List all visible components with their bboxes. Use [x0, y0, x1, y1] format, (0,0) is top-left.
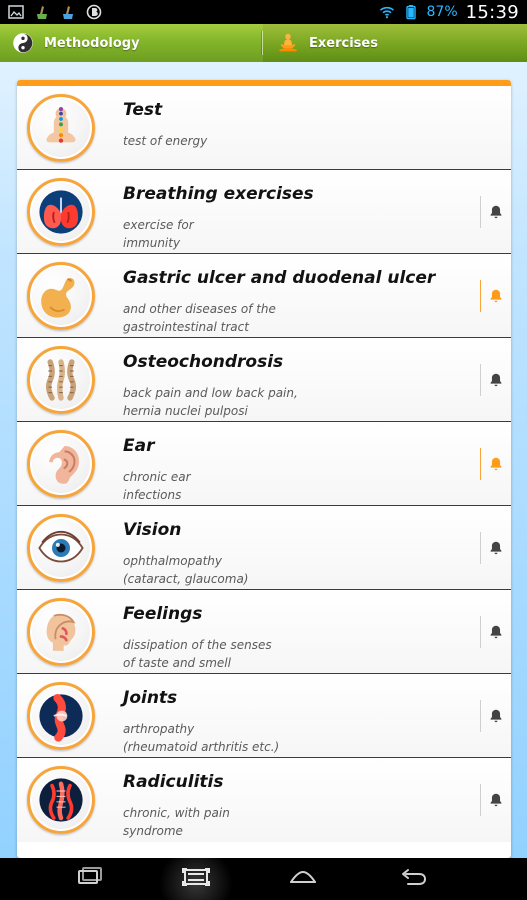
reminder-toggle[interactable] — [480, 616, 511, 648]
item-subtitle-line: (rheumatoid arthritis etc.) — [123, 740, 280, 754]
item-subtitle-line: of taste and smell — [123, 656, 231, 670]
battery-icon — [403, 4, 419, 20]
item-subtitle-line: infections — [123, 488, 182, 502]
reminder-toggle[interactable] — [480, 448, 511, 480]
home-button[interactable] — [283, 866, 323, 892]
item-subtitle: chronic, with pain syndrome — [123, 804, 230, 840]
bell-icon — [487, 203, 505, 221]
bell-icon — [487, 455, 505, 473]
item-title: Vision — [123, 520, 182, 540]
list-item-feelings[interactable]: Feelings dissipation of the senses of ta… — [17, 590, 511, 674]
item-subtitle-line: back pain and low back pain, — [123, 386, 298, 400]
system-navigation-bar — [0, 858, 527, 900]
reminder-toggle[interactable] — [480, 532, 511, 564]
broom-icon — [60, 4, 76, 20]
tab-methodology[interactable]: Methodology — [0, 24, 263, 62]
status-left — [8, 4, 102, 20]
back-icon — [392, 864, 432, 894]
bell-icon — [487, 791, 505, 809]
broom-icon — [34, 4, 50, 20]
item-subtitle-line: exercise for — [123, 218, 194, 232]
stomach-icon — [27, 262, 95, 330]
item-subtitle: exercise for immunity — [123, 216, 194, 252]
item-subtitle-line: (cataract, glaucoma) — [123, 572, 249, 586]
screen-capture-icon — [176, 864, 216, 894]
back-spine-icon — [27, 766, 95, 834]
head-profile-icon — [27, 598, 95, 666]
item-subtitle-line: dissipation of the senses — [123, 638, 272, 652]
item-subtitle-line: hernia nuclei pulposi — [123, 404, 248, 418]
b-logo-icon — [86, 4, 102, 20]
list-item-gastric-ulcer[interactable]: Gastric ulcer and duodenal ulcer and oth… — [17, 254, 511, 338]
list-item-vision[interactable]: Vision ophthalmopathy (cataract, glaucom… — [17, 506, 511, 590]
bell-icon — [487, 287, 505, 305]
item-subtitle-line: chronic ear — [123, 470, 191, 484]
item-subtitle: dissipation of the senses of taste and s… — [123, 636, 272, 672]
item-title: Joints — [123, 688, 178, 708]
item-subtitle-line: syndrome — [123, 824, 183, 838]
item-subtitle-line: arthropathy — [123, 722, 195, 736]
item-title: Ear — [123, 436, 155, 456]
item-subtitle: ophthalmopathy (cataract, glaucoma) — [123, 552, 248, 588]
recent-apps-icon — [70, 864, 110, 894]
eye-icon — [27, 514, 95, 582]
image-icon — [8, 4, 24, 20]
reminder-toggle[interactable] — [480, 784, 511, 816]
home-icon — [283, 864, 323, 894]
bell-icon — [487, 371, 505, 389]
tab-label: Exercises — [309, 35, 378, 51]
back-button[interactable] — [392, 866, 432, 892]
reminder-toggle[interactable] — [480, 700, 511, 732]
list-item-radiculitis[interactable]: Radiculitis chronic, with pain syndrome — [17, 758, 511, 842]
battery-percent: 87% — [426, 4, 458, 20]
reminder-toggle[interactable] — [480, 280, 511, 312]
meditation-icon — [275, 30, 301, 56]
bell-icon — [487, 707, 505, 725]
item-title: Radiculitis — [123, 772, 224, 792]
lungs-icon — [27, 178, 95, 246]
recent-apps-button[interactable] — [70, 866, 110, 892]
spine-icon — [27, 346, 95, 414]
item-subtitle: test of energy — [123, 132, 207, 150]
list-item-ear[interactable]: Ear chronic ear infections — [17, 422, 511, 506]
reminder-toggle[interactable] — [480, 364, 511, 396]
exercise-list[interactable]: Test test of energy Breathing exercises … — [17, 80, 511, 858]
item-subtitle: and other diseases of the gastrointestin… — [123, 300, 276, 336]
item-title: Breathing exercises — [123, 184, 314, 204]
screen-capture-button[interactable] — [176, 866, 216, 892]
chakra-body-icon — [27, 94, 95, 162]
reminder-toggle[interactable] — [480, 196, 511, 228]
status-bar: 87% 15:39 — [0, 0, 527, 24]
item-subtitle-line: and other diseases of the — [123, 302, 276, 316]
bell-icon — [487, 539, 505, 557]
ear-icon — [27, 430, 95, 498]
yin-yang-icon — [10, 30, 36, 56]
item-title: Osteochondrosis — [123, 352, 284, 372]
knee-joint-icon — [27, 682, 95, 750]
bell-icon — [487, 623, 505, 641]
list-item-osteochondrosis[interactable]: Osteochondrosis back pain and low back p… — [17, 338, 511, 422]
item-subtitle-line: test of energy — [123, 134, 208, 148]
tab-exercises[interactable]: Exercises — [263, 24, 527, 62]
item-subtitle-line: immunity — [123, 236, 181, 250]
item-subtitle: chronic ear infections — [123, 468, 191, 504]
list-item-joints[interactable]: Joints arthropathy (rheumatoid arthritis… — [17, 674, 511, 758]
tab-label: Methodology — [44, 35, 140, 51]
top-tabs: Methodology Exercises — [0, 24, 527, 62]
status-right: 87% 15:39 — [379, 2, 520, 23]
list-item-breathing-exercises[interactable]: Breathing exercises exercise for immunit… — [17, 170, 511, 254]
item-subtitle-line: gastrointestinal tract — [123, 320, 249, 334]
item-subtitle: arthropathy (rheumatoid arthritis etc.) — [123, 720, 279, 756]
item-subtitle: back pain and low back pain, hernia nucl… — [123, 384, 298, 420]
item-subtitle-line: ophthalmopathy — [123, 554, 222, 568]
list-item-test[interactable]: Test test of energy — [17, 86, 511, 170]
item-subtitle-line: chronic, with pain — [123, 806, 230, 820]
wifi-icon — [379, 4, 395, 20]
item-title: Feelings — [123, 604, 203, 624]
content-area: Test test of energy Breathing exercises … — [0, 62, 527, 858]
clock: 15:39 — [465, 1, 519, 23]
item-title: Test — [123, 100, 163, 120]
item-title: Gastric ulcer and duodenal ulcer — [123, 268, 436, 288]
